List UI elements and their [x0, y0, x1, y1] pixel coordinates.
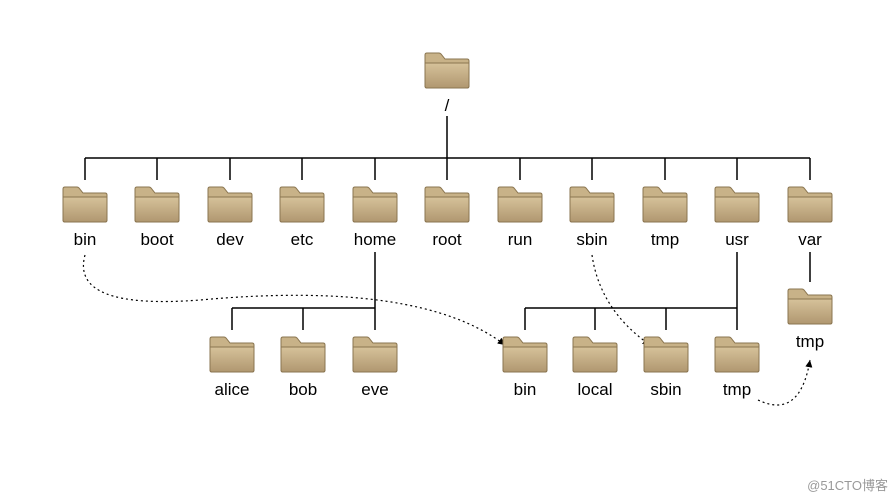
- folder-label: boot: [140, 230, 173, 250]
- folder-run: run: [496, 182, 544, 250]
- folder-label: sbin: [650, 380, 681, 400]
- folder-dev: dev: [206, 182, 254, 250]
- folder-label: eve: [361, 380, 388, 400]
- folder-icon: [496, 182, 544, 224]
- folder-icon: [278, 182, 326, 224]
- folder-icon: [61, 182, 109, 224]
- folder-label: dev: [216, 230, 243, 250]
- folder-icon: [786, 284, 834, 326]
- folder-label: /: [445, 96, 450, 116]
- folder-icon: [642, 332, 690, 374]
- folder-icon: [423, 48, 471, 90]
- folder-icon: [206, 182, 254, 224]
- folder-icon: [351, 332, 399, 374]
- watermark: @51CTO博客: [807, 475, 888, 494]
- folder-icon: [208, 332, 256, 374]
- folder-usr: usr: [713, 182, 761, 250]
- folder-label: bob: [289, 380, 317, 400]
- folder-icon: [351, 182, 399, 224]
- folder-root: root: [423, 182, 471, 250]
- folder-label: tmp: [796, 332, 824, 352]
- folder-bin: bin: [61, 182, 109, 250]
- folder-sbin: sbin: [568, 182, 616, 250]
- folder-label: etc: [291, 230, 314, 250]
- folder-usr_local: local: [571, 332, 619, 400]
- folder-var: var: [786, 182, 834, 250]
- folder-icon: [279, 332, 327, 374]
- folder-label: usr: [725, 230, 749, 250]
- folder-boot: boot: [133, 182, 181, 250]
- folder-icon: [571, 332, 619, 374]
- folder-icon: [713, 332, 761, 374]
- folder-label: home: [354, 230, 397, 250]
- folder-label: sbin: [576, 230, 607, 250]
- folder-label: local: [578, 380, 613, 400]
- folder-label: run: [508, 230, 533, 250]
- folder-label: var: [798, 230, 822, 250]
- folder-icon: [713, 182, 761, 224]
- folder-icon: [501, 332, 549, 374]
- filesystem-tree-diagram: / bin boot de: [0, 0, 894, 500]
- folder-label: bin: [514, 380, 537, 400]
- folder-label: root: [432, 230, 461, 250]
- folder-usr_sbin: sbin: [642, 332, 690, 400]
- folder-icon: [568, 182, 616, 224]
- folder-bob: bob: [279, 332, 327, 400]
- folder-tmp: tmp: [641, 182, 689, 250]
- folder-root: /: [423, 48, 471, 116]
- folder-icon: [786, 182, 834, 224]
- folder-usr_tmp: tmp: [713, 332, 761, 400]
- folder-label: bin: [74, 230, 97, 250]
- folder-usr_bin: bin: [501, 332, 549, 400]
- folder-alice: alice: [208, 332, 256, 400]
- folder-label: tmp: [651, 230, 679, 250]
- folder-label: tmp: [723, 380, 751, 400]
- folder-icon: [423, 182, 471, 224]
- folder-eve: eve: [351, 332, 399, 400]
- folder-etc: etc: [278, 182, 326, 250]
- folder-var_tmp: tmp: [786, 284, 834, 352]
- folder-icon: [133, 182, 181, 224]
- folder-label: alice: [215, 380, 250, 400]
- folder-home: home: [351, 182, 399, 250]
- folder-icon: [641, 182, 689, 224]
